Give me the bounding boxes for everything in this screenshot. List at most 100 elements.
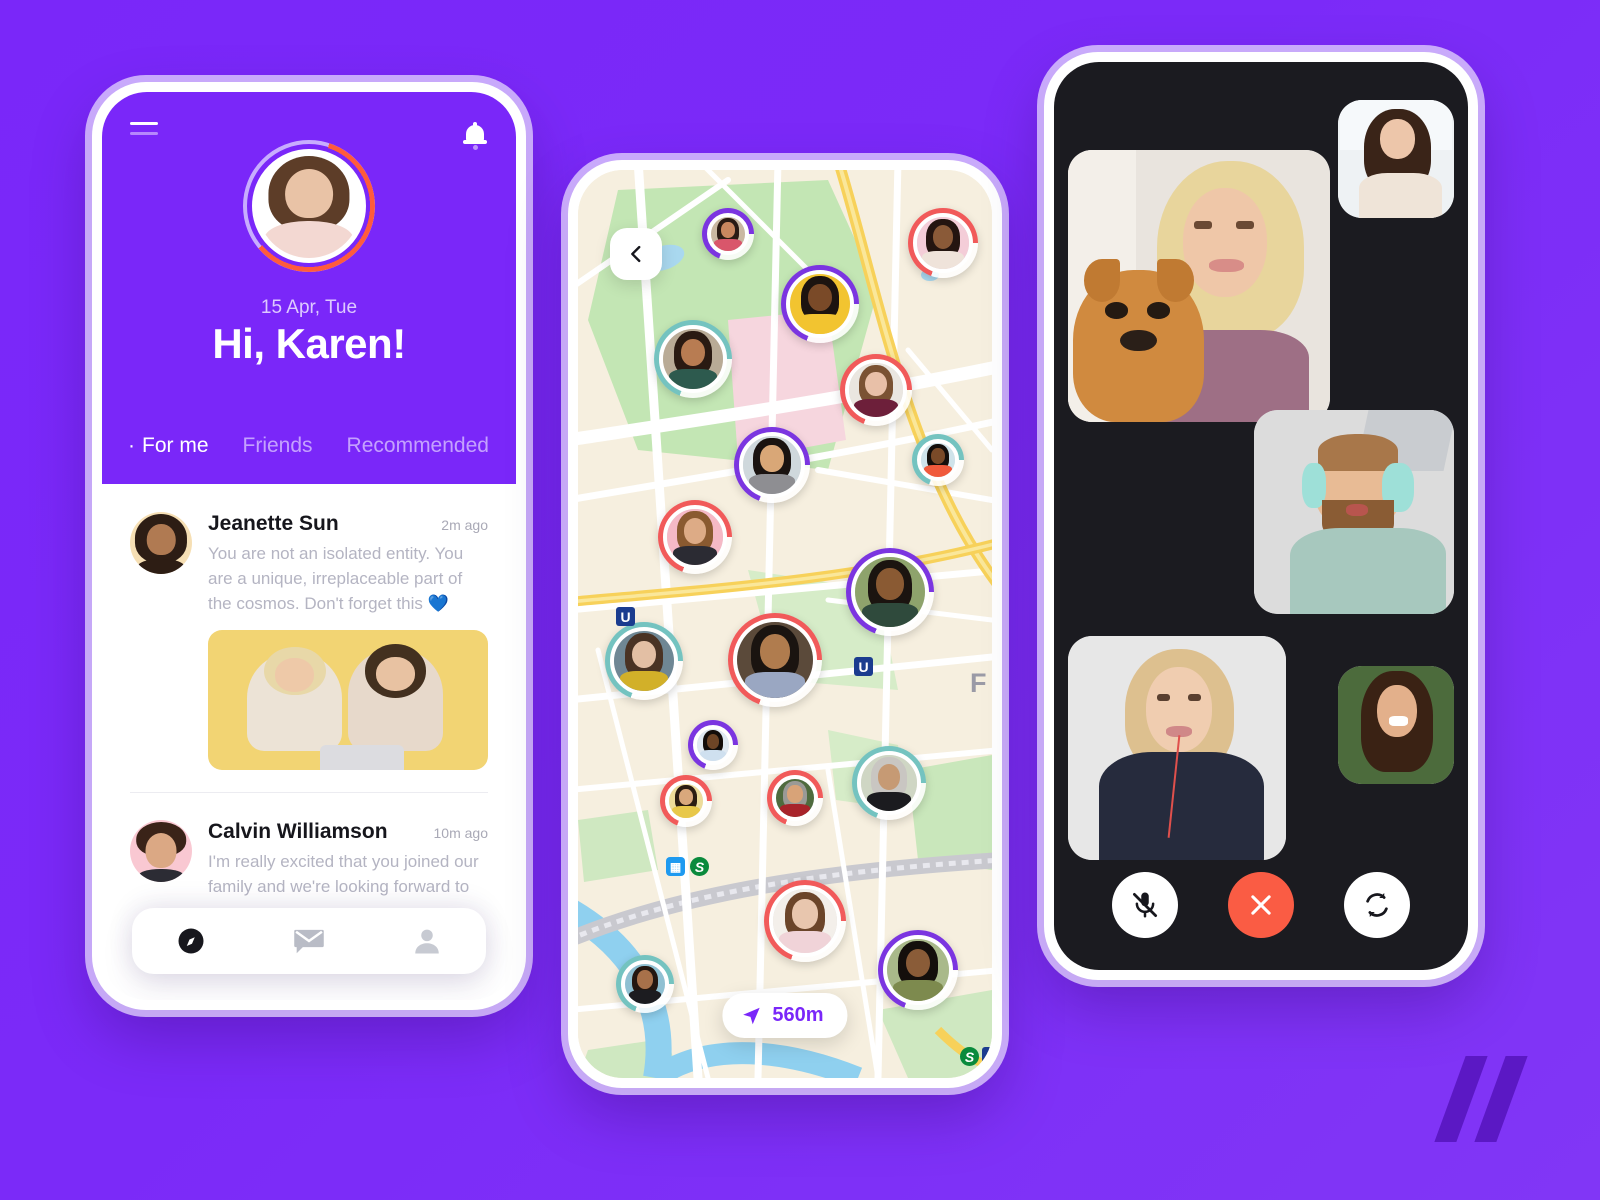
tab-discover[interactable] bbox=[132, 926, 250, 956]
map-pin[interactable] bbox=[688, 720, 738, 770]
end-call-icon bbox=[1251, 895, 1271, 915]
switch-camera-icon bbox=[1366, 893, 1388, 917]
post-timestamp: 2m ago bbox=[441, 517, 488, 533]
map-pin[interactable] bbox=[658, 500, 732, 574]
avatar bbox=[130, 512, 192, 574]
bottom-tab-bar bbox=[132, 908, 486, 974]
map-pin[interactable] bbox=[840, 354, 912, 426]
pin-avatar bbox=[693, 725, 733, 765]
page-title: Hi, Karen! bbox=[212, 320, 406, 367]
avatar-image bbox=[252, 149, 366, 263]
back-button[interactable] bbox=[610, 228, 662, 280]
pin-avatar bbox=[659, 325, 727, 393]
post-header: Calvin Williamson 10m ago bbox=[208, 820, 488, 844]
phone-video-call bbox=[1044, 52, 1478, 980]
post-body: Calvin Williamson 10m ago I'm really exc… bbox=[208, 820, 488, 900]
tram-icon[interactable]: ▦ bbox=[666, 857, 685, 876]
phone-home: 15 Apr, Tue Hi, Karen! For me Friends Re… bbox=[92, 82, 526, 1010]
map-pin[interactable] bbox=[702, 208, 754, 260]
map-pin[interactable] bbox=[852, 746, 926, 820]
map-pin[interactable] bbox=[660, 775, 712, 827]
video-call-screen bbox=[1054, 62, 1468, 970]
pin-avatar bbox=[610, 627, 678, 695]
map-pin[interactable] bbox=[846, 548, 934, 636]
map-pin[interactable] bbox=[878, 930, 958, 1010]
phone-map: U U ▦ S S U F 560m bbox=[568, 160, 1002, 1088]
compass-icon bbox=[178, 928, 204, 954]
envelope-icon bbox=[294, 929, 324, 954]
mute-button[interactable] bbox=[1112, 872, 1178, 938]
map-pin[interactable] bbox=[654, 320, 732, 398]
pin-avatar bbox=[913, 213, 973, 273]
pin-avatar bbox=[733, 618, 817, 702]
profile-avatar[interactable] bbox=[243, 140, 375, 272]
switch-camera-button[interactable] bbox=[1344, 872, 1410, 938]
pin-avatar bbox=[621, 960, 669, 1008]
feed-post[interactable]: Calvin Williamson 10m ago I'm really exc… bbox=[102, 792, 516, 900]
post-author: Jeanette Sun bbox=[208, 512, 339, 535]
map-pin[interactable] bbox=[912, 434, 964, 486]
pin-avatar bbox=[663, 505, 727, 569]
pin-avatar bbox=[857, 751, 921, 815]
tab-for-me[interactable]: For me bbox=[128, 434, 209, 458]
tab-recommended[interactable]: Recommended bbox=[347, 434, 489, 458]
video-tile-4[interactable] bbox=[1068, 636, 1286, 860]
pin-avatar bbox=[772, 775, 818, 821]
avatar bbox=[130, 820, 192, 883]
pin-avatar bbox=[883, 935, 953, 1005]
post-text: You are not an isolated entity. You are … bbox=[208, 544, 464, 613]
video-tile-main[interactable] bbox=[1068, 150, 1330, 422]
feed-post[interactable]: Jeanette Sun 2m ago You are not an isola… bbox=[102, 484, 516, 771]
pin-avatar bbox=[786, 270, 854, 338]
post-author: Calvin Williamson bbox=[208, 820, 388, 844]
u-bahn-icon[interactable]: U bbox=[616, 607, 635, 626]
tab-friends[interactable]: Friends bbox=[243, 434, 313, 458]
hamburger-icon[interactable] bbox=[130, 122, 158, 142]
navigation-arrow-icon bbox=[743, 1007, 760, 1024]
home-screen: 15 Apr, Tue Hi, Karen! For me Friends Re… bbox=[102, 92, 516, 1000]
post-image[interactable] bbox=[208, 630, 488, 771]
distance-label: 560m bbox=[772, 1004, 824, 1026]
pin-avatar bbox=[707, 213, 749, 255]
video-tile-3[interactable] bbox=[1254, 410, 1454, 614]
current-date: 15 Apr, Tue bbox=[260, 297, 358, 318]
tab-messages[interactable] bbox=[250, 927, 368, 955]
map-pin[interactable] bbox=[908, 208, 978, 278]
map-pin[interactable] bbox=[616, 955, 674, 1013]
call-controls bbox=[1054, 872, 1468, 938]
chevron-left-icon bbox=[631, 245, 641, 263]
video-tile-5[interactable] bbox=[1338, 666, 1454, 784]
pin-avatar bbox=[739, 432, 805, 498]
double-slash-logo bbox=[1428, 1056, 1538, 1142]
s-bahn-icon[interactable]: S bbox=[690, 857, 709, 876]
street-label: F bbox=[970, 668, 987, 698]
map-pin[interactable] bbox=[767, 770, 823, 826]
pin-avatar bbox=[769, 885, 841, 957]
map-pin[interactable] bbox=[605, 622, 683, 700]
map-canvas[interactable]: U U ▦ S S U F 560m bbox=[578, 170, 992, 1078]
person-icon bbox=[415, 929, 439, 954]
map-pin[interactable] bbox=[764, 880, 846, 962]
map-pin[interactable] bbox=[781, 265, 859, 343]
feed-tabs: For me Friends Recommended bbox=[128, 434, 490, 458]
distance-pill[interactable]: 560m bbox=[722, 993, 848, 1038]
post-header: Jeanette Sun 2m ago bbox=[208, 512, 488, 536]
s-bahn-icon[interactable]: S bbox=[960, 1047, 979, 1066]
map-pin[interactable] bbox=[734, 427, 810, 503]
post-body: Jeanette Sun 2m ago You are not an isola… bbox=[208, 512, 488, 771]
pin-avatar bbox=[851, 553, 929, 631]
u-bahn-icon[interactable]: U bbox=[854, 657, 873, 676]
map-screen: U U ▦ S S U F 560m bbox=[578, 170, 992, 1078]
mic-off-icon bbox=[1133, 892, 1157, 918]
map-pin[interactable] bbox=[728, 613, 822, 707]
post-text: I'm really excited that you joined our f… bbox=[208, 852, 479, 897]
pin-avatar bbox=[917, 439, 959, 481]
bell-icon[interactable] bbox=[462, 122, 488, 152]
post-timestamp: 10m ago bbox=[433, 825, 488, 842]
tab-profile[interactable] bbox=[368, 926, 486, 956]
end-call-button[interactable] bbox=[1228, 872, 1294, 938]
pin-avatar bbox=[665, 780, 707, 822]
call-stage bbox=[1054, 62, 1468, 970]
video-tile-self[interactable] bbox=[1338, 100, 1454, 218]
u-bahn-icon[interactable]: U bbox=[982, 1047, 992, 1066]
